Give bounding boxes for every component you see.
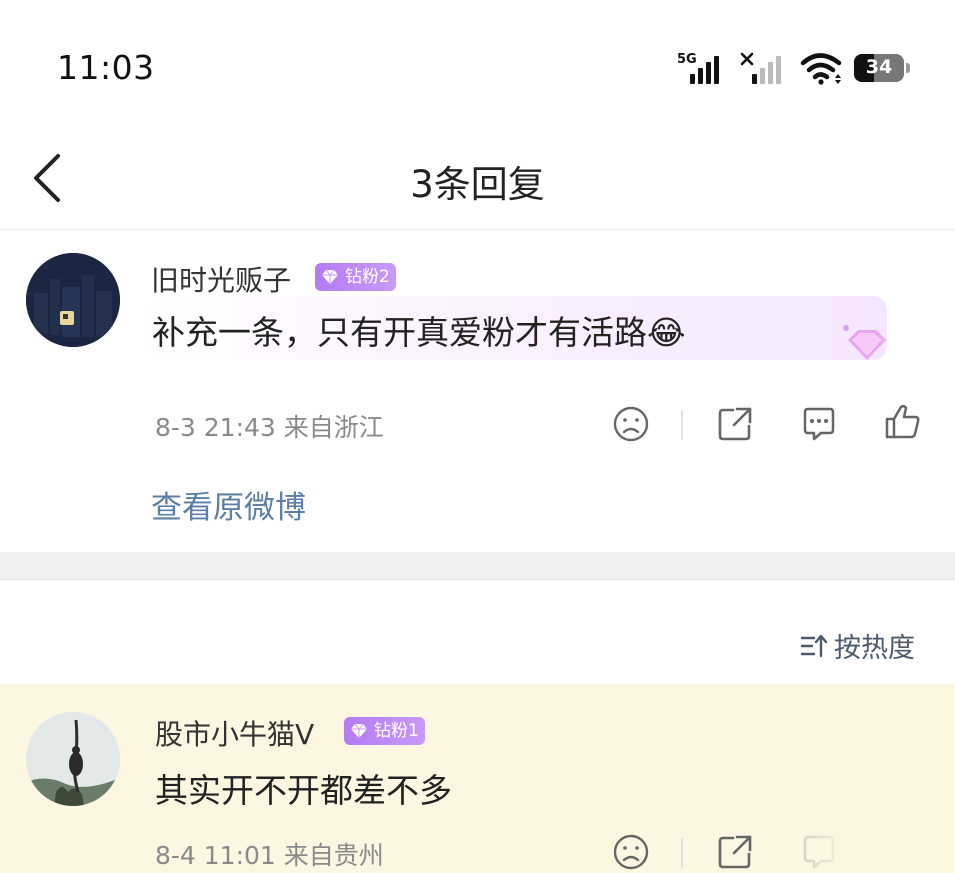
signal-5g-icon: 5G	[676, 50, 728, 86]
divider	[681, 838, 683, 868]
username[interactable]: 旧时光贩子	[151, 259, 291, 299]
share-icon[interactable]	[715, 404, 755, 444]
status-bar: 11:03 5G 34	[0, 0, 955, 130]
reply-share-icon[interactable]	[715, 832, 755, 872]
comment-icon[interactable]	[799, 404, 839, 444]
wifi-icon	[800, 53, 842, 85]
status-icons: 5G 34	[676, 46, 910, 86]
diamond-decoration-icon	[843, 325, 886, 360]
comment-meta: 8-3 21:43 来自浙江	[155, 413, 384, 442]
like-icon[interactable]	[883, 402, 923, 442]
fan-badge[interactable]: 钻粉2	[315, 263, 396, 291]
comment-text: 补充一条，只有开真爱粉才有活路😂	[152, 313, 686, 352]
reply-fan-badge[interactable]: 钻粉1	[344, 717, 425, 745]
sort-icon	[800, 634, 828, 657]
sort-toggle[interactable]: 按热度	[800, 626, 915, 665]
page: 11:03 5G 34 3条回复 旧时光贩子 钻粉2 补充一条，只有开真爱粉才有…	[0, 0, 955, 873]
avatar[interactable]	[26, 253, 120, 347]
dislike-face-icon[interactable]	[611, 404, 651, 444]
sort-label: 按热度	[834, 633, 915, 664]
diamond-icon	[351, 723, 367, 738]
battery-icon: 34	[854, 54, 910, 82]
battery-level: 34	[865, 56, 893, 78]
status-time: 11:03	[57, 48, 155, 87]
nav-bar: 3条回复	[0, 130, 955, 230]
page-title: 3条回复	[410, 163, 545, 206]
divider	[681, 410, 683, 440]
reply-dislike-face-icon[interactable]	[611, 832, 651, 872]
view-original-link[interactable]: 查看原微博	[151, 482, 306, 527]
section-separator	[0, 552, 955, 580]
reply-avatar[interactable]	[26, 712, 120, 806]
signal-no-service-icon	[738, 50, 790, 86]
reply-meta: 8-4 11:01 来自贵州	[155, 841, 384, 870]
badge-label: 钻粉1	[374, 721, 419, 741]
fade-overlay	[780, 828, 955, 873]
reply-text: 其实开不开都差不多	[155, 771, 452, 810]
reply-username[interactable]: 股市小牛猫V	[155, 713, 314, 753]
badge-label: 钻粉2	[345, 267, 390, 287]
diamond-icon	[322, 269, 338, 284]
